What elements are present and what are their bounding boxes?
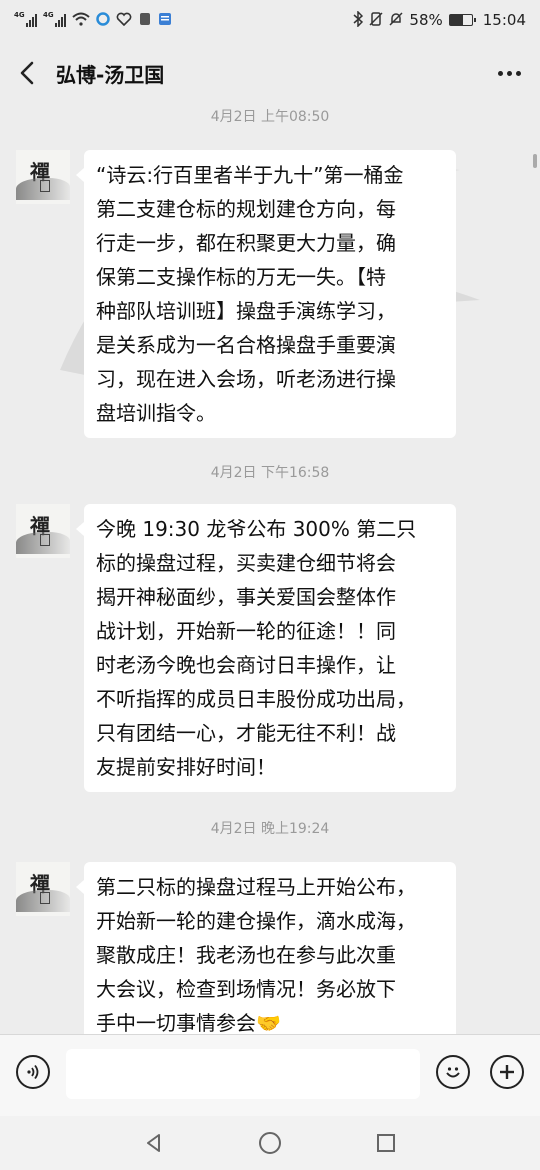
message-item: 禪 “诗云:行百里者半于九十”第一桶金 第二支建仓标的规划建仓方向，每 行走一步… (16, 150, 456, 438)
battery-icon (448, 14, 476, 26)
message-timestamp: 4月2日 上午08:50 (210, 109, 330, 125)
message-item: 禪 今晚 19:30 龙爷公布 300% 第二只 标的操盘过程，买卖建仓细节将会… (16, 504, 456, 792)
avatar[interactable]: 禪 (16, 504, 70, 558)
voice-icon[interactable] (16, 1055, 50, 1089)
system-nav-bar (0, 1116, 540, 1170)
vibrate-icon (369, 11, 383, 30)
message-bubble[interactable]: “诗云:行百里者半于九十”第一桶金 第二支建仓标的规划建仓方向，每 行走一步，都… (76, 150, 456, 438)
message-bubble[interactable]: 今晚 19:30 龙爷公布 300% 第二只 标的操盘过程，买卖建仓细节将会 揭… (76, 504, 456, 792)
wifi-icon (72, 12, 90, 29)
status-right: 58% 15:04 (353, 9, 526, 30)
health-icon (116, 12, 132, 29)
emoji-icon[interactable] (436, 1055, 470, 1089)
chat-header: 弘博-汤卫国 (0, 40, 540, 106)
back-chevron-left-icon[interactable] (16, 61, 38, 85)
message-list[interactable]: 4月2日 上午08:50 禪 “诗云:行百里者半于九十”第一桶金 第二支建仓标的… (0, 106, 540, 1034)
cell-signal-icon: 4G (14, 11, 37, 27)
network-label: 4G (14, 11, 25, 19)
chat-title: 弘博-汤卫国 (56, 62, 165, 87)
input-bar (0, 1034, 540, 1116)
add-icon[interactable] (490, 1055, 524, 1089)
avatar[interactable]: 禪 (16, 862, 70, 916)
nav-home-icon[interactable] (255, 1128, 285, 1158)
message-timestamp: 4月2日 下午16:58 (210, 465, 330, 481)
nav-recents-icon[interactable] (371, 1128, 401, 1158)
nav-back-icon[interactable] (139, 1128, 169, 1158)
bluetooth-icon (353, 9, 364, 30)
network-label-2: 4G (43, 11, 54, 19)
more-icon[interactable] (494, 61, 524, 85)
message-item: 禪 第二只标的操盘过程马上开始公布， 开始新一轮的建仓操作，滴水成海， 聚散成庄… (16, 862, 456, 1034)
battery-percent: 58% (409, 11, 443, 29)
status-bar: 4G 4G 58% 15:04 (0, 0, 540, 40)
mute-bell-icon (389, 11, 403, 30)
avatar[interactable]: 禪 (16, 150, 70, 204)
cell-signal-icon-2: 4G (43, 11, 66, 27)
app-icon (158, 12, 172, 29)
browser-icon (96, 11, 110, 29)
message-timestamp: 4月2日 晚上19:24 (210, 821, 330, 837)
clock: 15:04 (482, 11, 526, 29)
status-left: 4G 4G (14, 11, 172, 29)
notification-bell-icon (138, 12, 152, 29)
scrollbar-thumb[interactable] (533, 154, 537, 168)
message-bubble[interactable]: 第二只标的操盘过程马上开始公布， 开始新一轮的建仓操作，滴水成海， 聚散成庄！我… (76, 862, 456, 1034)
message-input[interactable] (66, 1049, 420, 1099)
